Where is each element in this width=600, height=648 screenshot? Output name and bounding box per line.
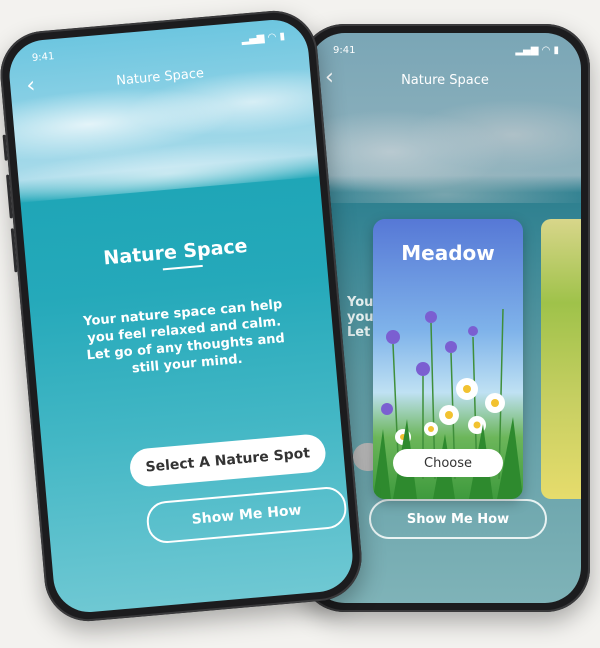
side-button [2,134,8,161]
signal-wifi-battery-icon: ▂▄▆ ◠ ▮ [515,45,559,56]
meadow-card[interactable]: Meadow Choose [373,219,523,499]
signal-wifi-battery-icon: ▂▄▆ ◠ ▮ [241,30,286,46]
show-me-how-button[interactable]: Show Me How [145,485,349,545]
show-me-how-button[interactable]: Show Me How [369,499,547,539]
phone-left: 9:41 ▂▄▆ ◠ ▮ ‹ Nature Space Nature Space… [0,7,366,625]
choose-button[interactable]: Choose [393,449,503,477]
side-button [10,228,18,273]
nav-title: Nature Space [401,73,489,88]
side-button [6,174,13,219]
description-text: Your nature space can help you feel rela… [82,297,286,377]
select-nature-spot-button[interactable]: Select A Nature Spot [128,433,328,488]
left-screen: 9:41 ▂▄▆ ◠ ▮ ‹ Nature Space Nature Space… [6,17,356,615]
heading-underline [162,264,203,271]
status-time: 9:41 [31,51,55,64]
status-bar: 9:41 ▂▄▆ ◠ ▮ [309,45,581,61]
card-title: Meadow [401,241,495,265]
status-time: 9:41 [333,45,356,56]
next-card-peek[interactable] [541,219,581,499]
